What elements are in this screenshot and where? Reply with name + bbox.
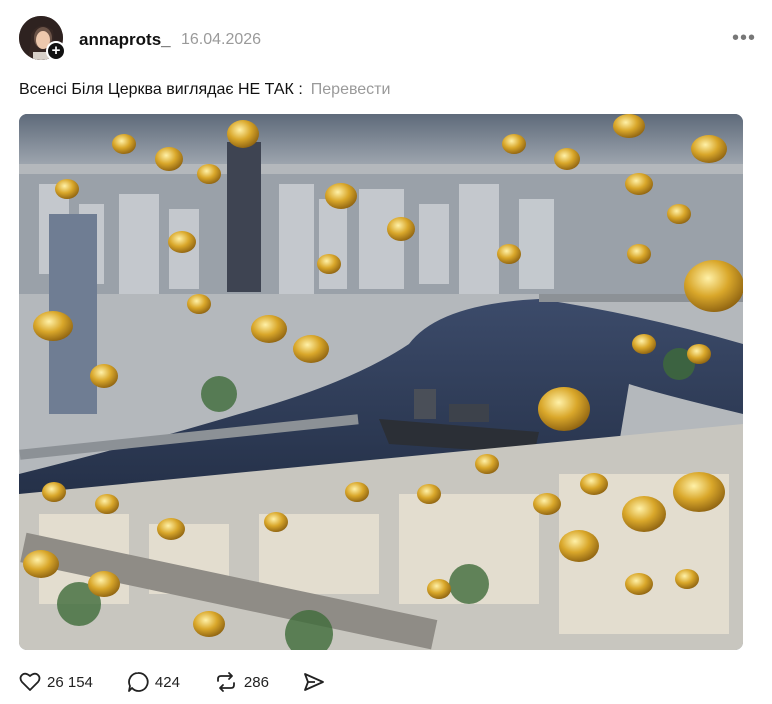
comment-icon (127, 672, 149, 692)
heart-icon (19, 672, 41, 691)
action-bar: 26 154 424 286 (19, 668, 365, 696)
more-options-button[interactable]: ••• (732, 28, 756, 48)
send-icon (304, 673, 324, 691)
comment-button[interactable]: 424 (127, 671, 180, 693)
comment-count: 424 (154, 673, 180, 691)
caption-text: Всенсі Біля Церква виглядає НЕ ТАК : (19, 81, 303, 98)
like-button[interactable]: 26 154 (19, 672, 93, 692)
post-date: 16.04.2026 (181, 31, 262, 48)
repost-count: 286 (243, 673, 269, 691)
post-photo[interactable] (19, 114, 743, 650)
photo-image (19, 114, 743, 650)
translate-link[interactable]: Перевести (311, 81, 391, 98)
repost-button[interactable]: 286 (214, 671, 269, 693)
post-caption: Всенсі Біля Церква виглядає НЕ ТАК : Пере… (19, 81, 390, 99)
author-username[interactable]: annaprots_ (79, 30, 171, 50)
repost-icon (217, 672, 235, 692)
like-count: 26 154 (47, 673, 93, 691)
share-button[interactable] (303, 672, 331, 692)
follow-plus-button[interactable]: + (46, 41, 66, 61)
post-card: + annaprots_ 16.04.2026 ••• Всенсі Біля … (0, 0, 772, 704)
